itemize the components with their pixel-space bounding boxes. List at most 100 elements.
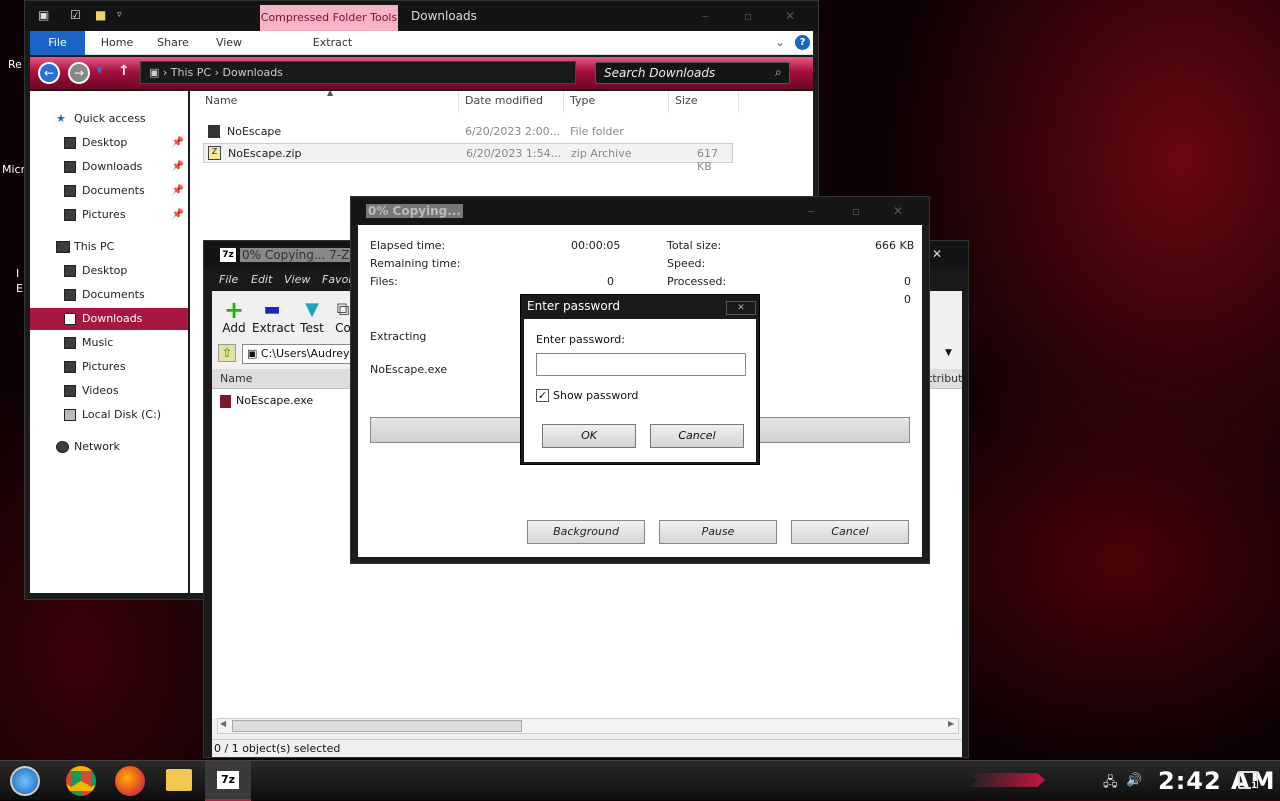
pause-button[interactable]: Pause (659, 520, 777, 544)
search-icon[interactable]: ⌕ (775, 65, 782, 80)
folder-up-icon[interactable]: ⇧ (218, 344, 236, 362)
background-button[interactable]: Background (527, 520, 645, 544)
add-button[interactable]: + Add (214, 298, 254, 335)
chrome-icon[interactable] (66, 766, 96, 796)
start-button[interactable] (10, 766, 40, 796)
desktop-icon-label[interactable]: Micr (2, 163, 25, 176)
sidebar-item-pc-downloads[interactable]: Downloads (30, 308, 188, 330)
show-password-checkbox[interactable]: ✓ (536, 389, 549, 402)
sidebar-item-pictures[interactable]: Pictures 📌 (30, 204, 188, 226)
downloads-icon (64, 313, 76, 325)
tab-file[interactable]: File (30, 31, 85, 55)
file-explorer-icon[interactable] (166, 769, 192, 791)
check-icon[interactable]: ☑ (70, 8, 84, 22)
cancel-button[interactable]: Cancel (650, 424, 744, 448)
properties-icon[interactable]: ▣ (38, 8, 52, 22)
menu-favorites[interactable]: Favor (322, 273, 353, 286)
extract-button[interactable]: ▬ Extract (252, 299, 295, 335)
column-header-date[interactable]: Date modified (465, 94, 543, 107)
sidebar-item-pc-documents[interactable]: Documents (30, 284, 188, 306)
desktop-icon (64, 137, 76, 149)
file-row[interactable]: NoEscape 6/20/2023 2:00... File folder (205, 122, 735, 142)
maximize-icon[interactable]: ▫ (728, 8, 768, 24)
pin-icon[interactable]: 📌 (172, 204, 184, 226)
cancel-button[interactable]: Cancel (791, 520, 909, 544)
desktop-icon-label[interactable]: E (16, 282, 23, 295)
close-icon[interactable]: ✕ (770, 8, 810, 24)
forward-arrow-icon[interactable]: → (68, 62, 90, 84)
title-bar[interactable]: ▣ ☑ ■ ▿ Compressed Folder Tools Download… (25, 1, 818, 31)
help-icon[interactable]: ? (795, 35, 810, 50)
sidebar-item-videos[interactable]: Videos (30, 380, 188, 402)
scroll-left-icon[interactable]: ◀ (220, 719, 226, 728)
sidebar-item-network[interactable]: Network (30, 436, 188, 458)
taskbar-7zip-button[interactable]: 7z (205, 761, 251, 801)
pin-icon[interactable]: 📌 (172, 156, 184, 178)
sidebar-item-desktop[interactable]: Desktop 📌 (30, 132, 188, 154)
breadcrumb-this-pc[interactable]: This PC (171, 66, 211, 79)
desktop-icon-label[interactable]: I (16, 267, 19, 280)
breadcrumb-downloads[interactable]: Downloads (223, 66, 283, 79)
column-header-type[interactable]: Type (570, 94, 595, 107)
sidebar-item-this-pc[interactable]: This PC (30, 236, 188, 258)
search-input[interactable]: Search Downloads (595, 62, 790, 84)
current-file: NoEscape.exe (370, 363, 448, 376)
ok-button[interactable]: OK (542, 424, 636, 448)
scroll-thumb[interactable] (232, 720, 522, 732)
pictures-icon (64, 209, 76, 221)
column-header-name[interactable]: Name (220, 372, 252, 385)
sidebar-item-label: Videos (82, 384, 119, 397)
chevron-down-icon[interactable]: ▼ (945, 348, 952, 358)
test-button[interactable]: ▼ Test (292, 299, 332, 335)
title-bar[interactable]: 0% Copying... – ▫ ✕ (351, 197, 929, 225)
firefox-icon[interactable] (115, 766, 145, 796)
minimize-icon[interactable]: – (685, 8, 725, 24)
tab-view[interactable]: View (204, 31, 254, 55)
menu-view[interactable]: View (284, 273, 310, 286)
pin-icon[interactable]: 📌 (172, 132, 184, 154)
maximize-icon[interactable]: ▫ (836, 203, 876, 219)
sidebar-item-documents[interactable]: Documents 📌 (30, 180, 188, 202)
back-arrow-icon[interactable]: ← (38, 62, 60, 84)
context-tab-compressed[interactable]: Compressed Folder Tools (260, 5, 398, 31)
menu-file[interactable]: File (219, 273, 238, 286)
file-row-selected[interactable]: Z NoEscape.zip 6/20/2023 1:54... zip Arc… (203, 143, 733, 173)
column-header-size[interactable]: Size (675, 94, 698, 107)
recent-dropdown-icon[interactable]: ▼ (96, 66, 103, 76)
tab-extract[interactable]: Extract (300, 31, 365, 55)
address-bar[interactable]: ▣ › This PC › Downloads (140, 61, 576, 84)
password-input[interactable] (536, 353, 746, 376)
file-name: NoEscape.zip (228, 147, 302, 160)
network-icon[interactable]: 🖧 (1103, 773, 1118, 795)
scroll-right-icon[interactable]: ▶ (948, 719, 954, 728)
network-icon (56, 441, 69, 453)
tab-share[interactable]: Share (148, 31, 198, 55)
column-header-attributes[interactable]: ttribute (928, 372, 962, 385)
horizontal-scrollbar[interactable]: ◀ ▶ (217, 718, 959, 734)
menu-edit[interactable]: Edit (251, 273, 272, 286)
close-icon[interactable]: ✕ (878, 203, 918, 219)
desktop-icon-label[interactable]: Re (8, 58, 22, 71)
pin-icon[interactable]: 📌 (172, 180, 184, 202)
close-icon[interactable]: ✕ (932, 247, 942, 261)
volume-icon[interactable]: 🔊 (1126, 773, 1142, 788)
sidebar-item-music[interactable]: Music (30, 332, 188, 354)
column-header-name[interactable]: Name (205, 94, 237, 107)
tab-home[interactable]: Home (92, 31, 142, 55)
new-folder-icon[interactable]: ■ (95, 8, 109, 22)
minimize-icon[interactable]: – (791, 203, 831, 219)
up-arrow-icon[interactable]: ↑ (118, 63, 130, 79)
desktop-icon (64, 265, 76, 277)
path-input[interactable]: ▣ C:\Users\Audrey (242, 344, 352, 364)
sidebar-item-downloads[interactable]: Downloads 📌 (30, 156, 188, 178)
sidebar-item-pc-pictures[interactable]: Pictures (30, 356, 188, 378)
dropdown-icon[interactable]: ▿ (117, 8, 131, 22)
sidebar-item-quick-access[interactable]: ★ Quick access (30, 108, 188, 130)
sidebar-item-local-disk[interactable]: Local Disk (C:) (30, 404, 188, 426)
sidebar-item-label: Local Disk (C:) (82, 408, 162, 421)
sidebar-item-pc-desktop[interactable]: Desktop (30, 260, 188, 282)
password-dialog[interactable]: Enter password ✕ Enter password: ✓ Show … (520, 294, 760, 465)
chevron-down-icon[interactable]: ⌄ (775, 35, 785, 49)
decorative-accent (970, 773, 1045, 787)
close-icon[interactable]: ✕ (726, 301, 756, 315)
